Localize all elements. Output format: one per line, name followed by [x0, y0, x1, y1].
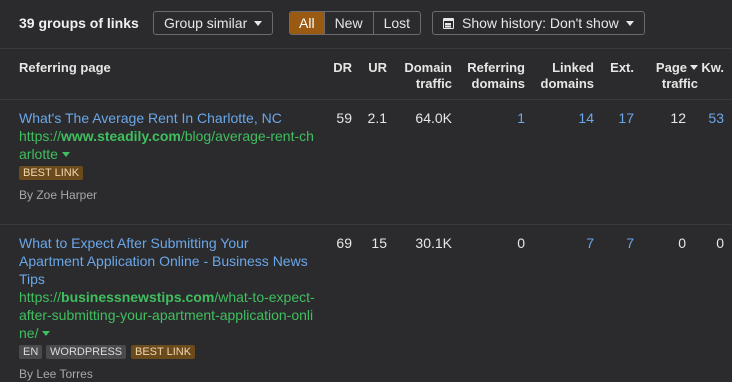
- header-domain-traffic[interactable]: Domain traffic: [396, 60, 452, 92]
- header-referring-domains-line1: Referring: [467, 60, 525, 75]
- header-page-traffic[interactable]: Page traffic: [644, 60, 698, 92]
- chevron-down-icon: [254, 21, 263, 26]
- divider: [0, 224, 732, 225]
- linked-domains-value[interactable]: 14: [535, 110, 594, 126]
- header-referring-domains-line2: domains: [471, 76, 525, 91]
- chevron-down-icon[interactable]: [42, 331, 51, 336]
- ext-value[interactable]: 7: [604, 235, 634, 251]
- dr-value: 69: [336, 235, 352, 251]
- best-link-badge: BEST LINK: [19, 166, 84, 180]
- header-linked-domains-line2: domains: [540, 76, 594, 91]
- header-page-traffic-line2: traffic: [661, 76, 698, 91]
- domain-traffic-value: 64.0K: [415, 110, 452, 126]
- header-linked-domains[interactable]: Linked domains: [535, 60, 594, 92]
- filter-segmented-control: All New Lost: [289, 11, 422, 35]
- header-ext[interactable]: Ext.: [604, 60, 634, 76]
- header-domain-traffic-line1: Domain: [404, 60, 452, 75]
- language-badge: EN: [19, 345, 43, 359]
- ur-value: 15: [371, 235, 387, 251]
- header-kw[interactable]: Kw.: [700, 60, 724, 76]
- title-line: Tips: [19, 271, 45, 287]
- domain-traffic-value: 30.1K: [415, 235, 452, 251]
- show-history-dropdown[interactable]: Show history: Don't show: [432, 11, 645, 35]
- url-prefix: https://: [19, 289, 62, 305]
- filter-all[interactable]: All: [290, 12, 324, 34]
- title-line: Apartment Application Online - Business …: [19, 253, 308, 269]
- referring-domains-value[interactable]: 1: [462, 110, 525, 126]
- calendar-icon: [443, 18, 454, 29]
- referring-domains-value: 0: [517, 235, 525, 251]
- url-domain: www.steadily.com: [61, 128, 181, 144]
- ext-value[interactable]: 17: [604, 110, 634, 126]
- linked-domains-value[interactable]: 7: [535, 235, 594, 251]
- author: By Lee Torres: [19, 367, 93, 381]
- header-linked-domains-line1: Linked: [552, 60, 594, 75]
- page-traffic-value: 12: [670, 110, 686, 126]
- divider: [0, 99, 732, 100]
- filter-lost[interactable]: Lost: [372, 12, 420, 34]
- chevron-down-icon: [625, 21, 634, 26]
- group-similar-label: Group similar: [164, 15, 248, 31]
- title-line: What to Expect After Submitting Your: [19, 235, 249, 251]
- referring-page-title-link[interactable]: What's The Average Rent In Charlotte, NC: [19, 109, 319, 127]
- header-page-traffic-label: Page: [655, 60, 687, 75]
- groups-count: 39 groups of links: [19, 15, 139, 31]
- header-dr[interactable]: DR: [326, 60, 352, 76]
- divider: [0, 48, 732, 49]
- filter-new[interactable]: New: [323, 12, 373, 34]
- toolbar: 39 groups of links Group similar All New…: [0, 0, 732, 48]
- header-page-traffic-line1: Page: [644, 60, 698, 76]
- referring-page-url[interactable]: https://www.steadily.com/blog/average-re…: [19, 127, 319, 163]
- keywords-value[interactable]: 53: [696, 110, 724, 126]
- page-traffic-value: 0: [678, 235, 686, 251]
- referring-page-title-link[interactable]: What to Expect After Submitting Your Apa…: [19, 234, 319, 288]
- keywords-value: 0: [716, 235, 724, 251]
- header-ur[interactable]: UR: [360, 60, 387, 76]
- platform-badge: WORDPRESS: [46, 345, 127, 359]
- url-prefix: https://: [19, 128, 62, 144]
- dr-value: 59: [336, 110, 352, 126]
- header-referring-domains[interactable]: Referring domains: [462, 60, 525, 92]
- chevron-down-icon[interactable]: [61, 152, 70, 157]
- header-referring-page[interactable]: Referring page: [19, 60, 111, 76]
- best-link-badge: BEST LINK: [131, 345, 196, 359]
- group-similar-dropdown[interactable]: Group similar: [153, 11, 274, 35]
- referring-page-url[interactable]: https://businessnewstips.com/what-to-exp…: [19, 288, 319, 342]
- sort-descending-icon: [690, 65, 698, 70]
- url-domain: businessnewstips.com: [61, 289, 215, 305]
- header-domain-traffic-line2: traffic: [415, 76, 452, 91]
- author: By Zoe Harper: [19, 188, 98, 202]
- show-history-label: Show history: Don't show: [462, 15, 619, 31]
- ur-value: 2.1: [367, 110, 387, 126]
